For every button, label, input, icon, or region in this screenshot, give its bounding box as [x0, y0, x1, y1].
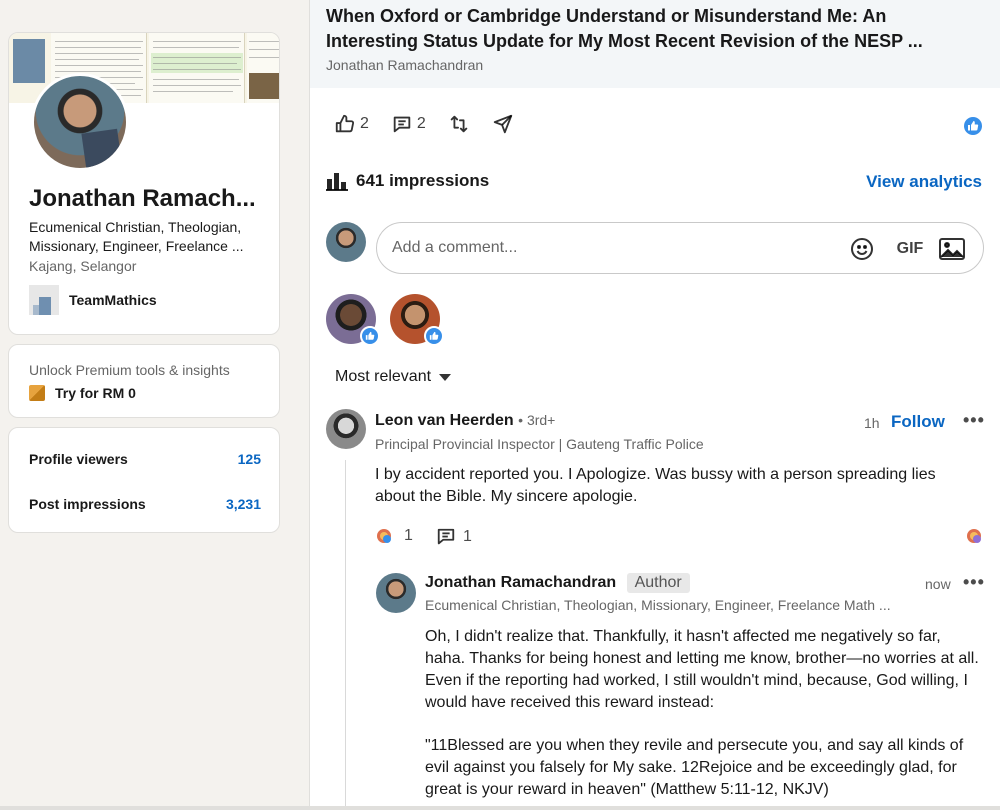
- connection-degree: • 3rd+: [518, 412, 556, 428]
- thumbs-up-icon: [335, 114, 355, 133]
- bar-chart-icon: [326, 173, 348, 191]
- premium-try-link[interactable]: Try for RM 0: [29, 385, 136, 401]
- premium-promo-text: Unlock Premium tools & insights: [29, 362, 230, 378]
- caret-down-icon: [439, 373, 452, 381]
- post-impressions-value: 3,231: [225, 496, 261, 512]
- company-logo: [29, 285, 59, 315]
- premium-card[interactable]: Unlock Premium tools & insights Try for …: [8, 344, 280, 418]
- comment-icon: [393, 116, 411, 133]
- post-header[interactable]: When Oxford or Cambridge Understand or M…: [310, 0, 1000, 88]
- emoji-icon[interactable]: [849, 236, 875, 262]
- like-reaction-icon[interactable]: [964, 117, 982, 135]
- reply-author-avatar[interactable]: [376, 573, 416, 613]
- image-icon[interactable]: [939, 236, 965, 262]
- comment-reactions[interactable]: 1: [376, 527, 413, 545]
- reply-author-headline: Ecumenical Christian, Theologian, Missio…: [425, 597, 891, 613]
- comment-sort-dropdown[interactable]: Most relevant: [335, 368, 452, 386]
- comment-body: I by accident reported you. I Apologize.…: [375, 466, 936, 505]
- gif-button[interactable]: GIF: [895, 236, 925, 262]
- repost-button[interactable]: [448, 113, 470, 135]
- comment-count: 2: [416, 115, 426, 132]
- current-user-avatar: [326, 222, 366, 262]
- like-count: 2: [360, 115, 369, 132]
- post-impressions-row[interactable]: Post impressions 3,231: [29, 496, 261, 512]
- commenter-avatar[interactable]: [326, 409, 366, 449]
- more-options-icon[interactable]: •••: [963, 572, 985, 593]
- like-reaction-icon: [424, 326, 444, 346]
- react-button-icon[interactable]: [966, 528, 982, 544]
- reply-count: 1: [463, 528, 472, 545]
- comment-input[interactable]: Add a comment... GIF: [376, 222, 984, 274]
- profile-headline: Ecumenical Christian, Theologian, Missio…: [29, 219, 244, 254]
- reply-author-name-text: Jonathan Ramachandran: [425, 574, 617, 591]
- reactor-avatar-2[interactable]: [390, 294, 444, 346]
- commenter-headline: Principal Provincial Inspector | Gauteng…: [375, 436, 704, 452]
- like-button[interactable]: 2: [334, 113, 369, 135]
- profile-card[interactable]: Jonathan Ramach... Ecumenical Christian,…: [8, 32, 280, 335]
- profile-stats-card: Profile viewers 125 Post impressions 3,2…: [8, 427, 280, 533]
- premium-icon: [29, 385, 45, 401]
- comment-timestamp: 1h: [864, 415, 880, 431]
- impressions-summary[interactable]: 641 impressions: [326, 171, 489, 191]
- commenter-name-text: Leon van Heerden: [375, 412, 514, 429]
- profile-viewers-row[interactable]: Profile viewers 125: [29, 451, 261, 467]
- profile-avatar[interactable]: [31, 73, 129, 171]
- send-button[interactable]: [492, 113, 514, 135]
- reactor-avatar-1[interactable]: [326, 294, 380, 346]
- company-name: TeamMathics: [69, 292, 157, 308]
- view-analytics-link[interactable]: View analytics: [866, 172, 982, 192]
- profile-location: Kajang, Selangor: [29, 258, 137, 274]
- sort-label: Most relevant: [335, 368, 432, 385]
- post-title[interactable]: When Oxford or Cambridge Understand or M…: [326, 4, 976, 54]
- premium-try-label: Try for RM 0: [55, 385, 136, 401]
- like-reaction-icon: [360, 326, 380, 346]
- reply-body-paragraph-2: "11Blessed are you when they revile and …: [425, 737, 964, 798]
- post-impressions-label: Post impressions: [29, 496, 146, 512]
- reply-timestamp: now: [925, 576, 951, 592]
- commenter-name[interactable]: Leon van Heerden • 3rd+: [375, 412, 555, 430]
- thread-line: [345, 460, 346, 810]
- profile-company[interactable]: TeamMathics: [29, 285, 157, 315]
- post-actions: 2 2: [334, 113, 514, 135]
- comment-placeholder: Add a comment...: [392, 239, 518, 256]
- follow-button[interactable]: Follow: [891, 412, 945, 432]
- author-badge: Author: [626, 573, 690, 593]
- profile-viewers-value: 125: [237, 451, 261, 467]
- profile-name[interactable]: Jonathan Ramach...: [29, 185, 256, 213]
- send-icon: [493, 114, 512, 134]
- comment-reply-count[interactable]: 1: [435, 527, 472, 547]
- window-bottom-edge: [0, 806, 1000, 810]
- comment-reaction-count: 1: [404, 527, 413, 544]
- repost-icon: [450, 115, 468, 133]
- post-detail-panel: When Oxford or Cambridge Understand or M…: [309, 0, 1000, 810]
- comment-button[interactable]: 2: [391, 113, 426, 135]
- reaction-icons: [377, 529, 391, 543]
- profile-viewers-label: Profile viewers: [29, 451, 128, 467]
- reply-author-name[interactable]: Jonathan Ramachandran Author: [425, 573, 690, 593]
- impressions-count: 641 impressions: [356, 171, 490, 190]
- reply-body-paragraph-1: Oh, I didn't realize that. Thankfully, i…: [425, 628, 979, 711]
- more-options-icon[interactable]: •••: [963, 410, 985, 431]
- comment-icon: [437, 528, 455, 545]
- post-author[interactable]: Jonathan Ramachandran: [326, 57, 483, 73]
